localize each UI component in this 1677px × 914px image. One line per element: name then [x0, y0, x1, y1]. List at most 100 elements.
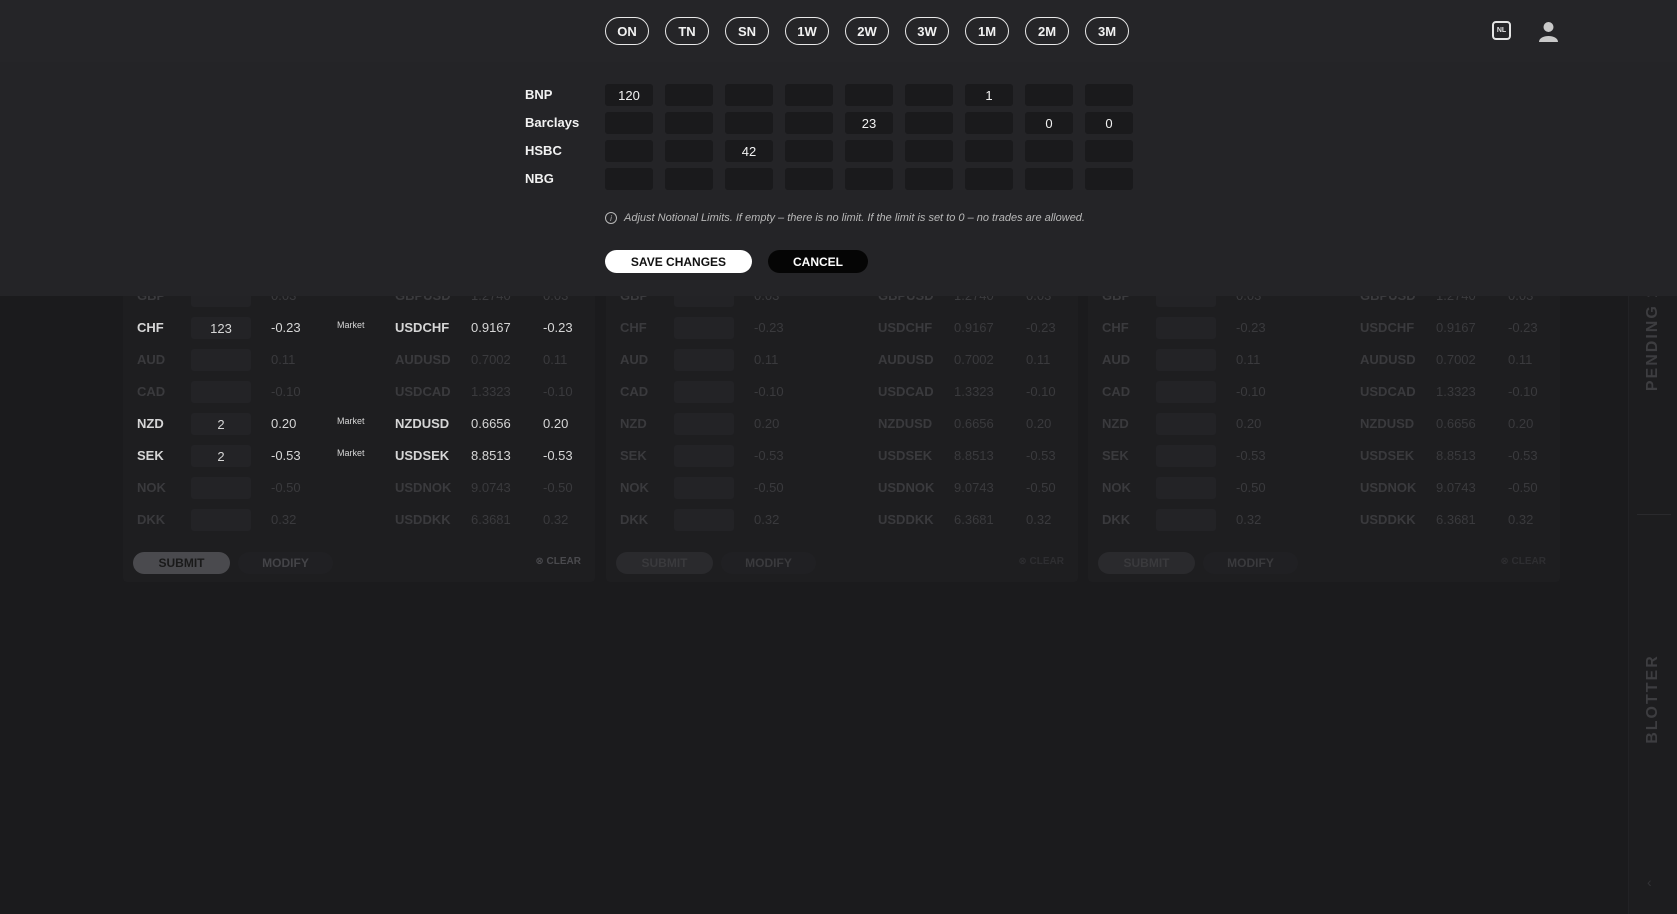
quantity-input[interactable]	[674, 381, 734, 403]
quantity-input[interactable]	[1156, 445, 1216, 467]
modify-button[interactable]: MODIFY	[721, 552, 816, 574]
quantity-input[interactable]	[1156, 477, 1216, 499]
quantity-input[interactable]	[674, 413, 734, 435]
tenor-pill-on[interactable]: ON	[605, 17, 649, 45]
tile-row[interactable]: DKK 0.32 USDDKK 6.3681 0.32	[1088, 504, 1560, 534]
notional-limits-icon[interactable]: NL	[1492, 21, 1511, 40]
limit-input[interactable]: 0	[1085, 112, 1133, 134]
clear-button[interactable]: ⊗ CLEAR	[1500, 556, 1546, 567]
limit-input[interactable]	[1085, 140, 1133, 162]
limit-input[interactable]	[665, 168, 713, 190]
tenor-pill-tn[interactable]: TN	[665, 17, 709, 45]
limit-input[interactable]: 120	[605, 84, 653, 106]
limit-input[interactable]	[1025, 140, 1073, 162]
tile-row[interactable]: NZD 0.20 Market NZDUSD 0.6656 0.20 2	[123, 408, 595, 438]
quantity-input[interactable]: 2	[191, 413, 251, 435]
user-icon[interactable]	[1538, 21, 1559, 42]
quantity-input[interactable]	[674, 349, 734, 371]
tile-row[interactable]: CHF -0.23 USDCHF 0.9167 -0.23	[1088, 312, 1560, 342]
tile-row[interactable]: NOK -0.50 USDNOK 9.0743 -0.50	[1088, 472, 1560, 502]
tile-row[interactable]: CHF -0.23 Market USDCHF 0.9167 -0.23 123	[123, 312, 595, 342]
limit-input[interactable]	[905, 112, 953, 134]
limit-input[interactable]	[785, 140, 833, 162]
limit-input[interactable]	[965, 140, 1013, 162]
quantity-input[interactable]	[674, 509, 734, 531]
quantity-input[interactable]: 123	[191, 317, 251, 339]
submit-button[interactable]: SUBMIT	[616, 552, 713, 574]
limit-input[interactable]	[1025, 84, 1073, 106]
tile-row[interactable]: AUD 0.11 AUDUSD 0.7002 0.11	[1088, 344, 1560, 374]
clear-button[interactable]: ⊗ CLEAR	[535, 556, 581, 567]
tile-row[interactable]: CAD -0.10 USDCAD 1.3323 -0.10	[123, 376, 595, 406]
quantity-input[interactable]	[1156, 413, 1216, 435]
limit-input[interactable]	[605, 140, 653, 162]
tenor-pill-2w[interactable]: 2W	[845, 17, 889, 45]
limit-input[interactable]: 42	[725, 140, 773, 162]
limit-input[interactable]	[905, 140, 953, 162]
limit-input[interactable]: 1	[965, 84, 1013, 106]
limit-input[interactable]	[965, 168, 1013, 190]
tile-row[interactable]: NZD 0.20 NZDUSD 0.6656 0.20	[1088, 408, 1560, 438]
clear-button[interactable]: ⊗ CLEAR	[1018, 556, 1064, 567]
tenor-pill-3m[interactable]: 3M	[1085, 17, 1129, 45]
modify-button[interactable]: MODIFY	[238, 552, 333, 574]
tile-row[interactable]: NOK -0.50 USDNOK 9.0743 -0.50	[606, 472, 1078, 502]
limit-input[interactable]	[665, 140, 713, 162]
chevron-left-icon[interactable]: ‹	[1647, 874, 1652, 890]
limit-input[interactable]	[785, 112, 833, 134]
submit-button[interactable]: SUBMIT	[133, 552, 230, 574]
limit-input[interactable]	[1085, 84, 1133, 106]
quantity-input[interactable]	[191, 477, 251, 499]
save-changes-button[interactable]: SAVE CHANGES	[605, 250, 752, 273]
tile-row[interactable]: DKK 0.32 USDDKK 6.3681 0.32	[606, 504, 1078, 534]
quantity-input[interactable]	[191, 381, 251, 403]
tenor-pill-1m[interactable]: 1M	[965, 17, 1009, 45]
submit-button[interactable]: SUBMIT	[1098, 552, 1195, 574]
limit-input[interactable]	[605, 112, 653, 134]
tile-row[interactable]: SEK -0.53 USDSEK 8.8513 -0.53	[606, 440, 1078, 470]
limit-input[interactable]	[905, 168, 953, 190]
tile-row[interactable]: CAD -0.10 USDCAD 1.3323 -0.10	[1088, 376, 1560, 406]
limit-input[interactable]	[665, 84, 713, 106]
limit-input[interactable]	[845, 84, 893, 106]
limit-input[interactable]	[785, 168, 833, 190]
limit-input[interactable]: 23	[845, 112, 893, 134]
tile-row[interactable]: CAD -0.10 USDCAD 1.3323 -0.10	[606, 376, 1078, 406]
limit-input[interactable]	[965, 112, 1013, 134]
tile-row[interactable]: CHF -0.23 USDCHF 0.9167 -0.23	[606, 312, 1078, 342]
tenor-pill-sn[interactable]: SN	[725, 17, 769, 45]
tile-row[interactable]: NOK -0.50 USDNOK 9.0743 -0.50	[123, 472, 595, 502]
limit-input[interactable]	[845, 140, 893, 162]
quantity-input[interactable]: 2	[191, 445, 251, 467]
limit-input[interactable]	[725, 84, 773, 106]
quantity-input[interactable]	[1156, 349, 1216, 371]
quantity-input[interactable]	[674, 445, 734, 467]
tile-row[interactable]: AUD 0.11 AUDUSD 0.7002 0.11	[606, 344, 1078, 374]
quantity-input[interactable]	[674, 317, 734, 339]
tile-row[interactable]: SEK -0.53 Market USDSEK 8.8513 -0.53 2	[123, 440, 595, 470]
tile-row[interactable]: DKK 0.32 USDDKK 6.3681 0.32	[123, 504, 595, 534]
tile-row[interactable]: SEK -0.53 USDSEK 8.8513 -0.53	[1088, 440, 1560, 470]
limit-input[interactable]	[785, 84, 833, 106]
quantity-input[interactable]	[1156, 381, 1216, 403]
quantity-input[interactable]	[674, 477, 734, 499]
limit-input[interactable]	[665, 112, 713, 134]
tenor-pill-3w[interactable]: 3W	[905, 17, 949, 45]
limit-input[interactable]	[845, 168, 893, 190]
quantity-input[interactable]	[1156, 317, 1216, 339]
limit-input[interactable]	[725, 112, 773, 134]
quantity-input[interactable]	[1156, 509, 1216, 531]
tile-row[interactable]: AUD 0.11 AUDUSD 0.7002 0.11	[123, 344, 595, 374]
blotter-tab[interactable]: BLOTTER	[1644, 599, 1662, 799]
quantity-input[interactable]	[191, 509, 251, 531]
cancel-button[interactable]: CANCEL	[768, 250, 868, 273]
tenor-pill-1w[interactable]: 1W	[785, 17, 829, 45]
limit-input[interactable]	[905, 84, 953, 106]
limit-input[interactable]	[1025, 168, 1073, 190]
modify-button[interactable]: MODIFY	[1203, 552, 1298, 574]
limit-input[interactable]: 0	[1025, 112, 1073, 134]
quantity-input[interactable]	[191, 349, 251, 371]
limit-input[interactable]	[1085, 168, 1133, 190]
tile-row[interactable]: NZD 0.20 NZDUSD 0.6656 0.20	[606, 408, 1078, 438]
limit-input[interactable]	[725, 168, 773, 190]
